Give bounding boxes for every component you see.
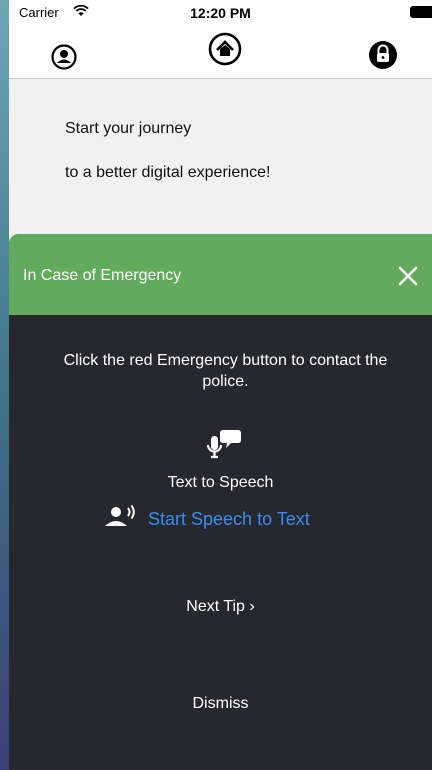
lock-icon[interactable] bbox=[368, 40, 398, 70]
home-circle-icon[interactable] bbox=[208, 32, 242, 66]
emergency-tip-sheet: In Case of Emergency Click the red Emerg… bbox=[9, 234, 432, 770]
top-nav-bar bbox=[9, 24, 432, 79]
intro-text: Start your journey to a better digital e… bbox=[65, 120, 270, 208]
speaking-person-icon bbox=[104, 504, 138, 535]
tip-message: Click the red Emergency button to contac… bbox=[63, 352, 388, 390]
speech-to-text-button[interactable]: Start Speech to Text bbox=[104, 504, 310, 535]
battery-icon bbox=[410, 6, 432, 18]
close-icon[interactable] bbox=[394, 262, 422, 290]
clock: 12:20 PM bbox=[190, 5, 251, 21]
sheet-header: In Case of Emergency bbox=[9, 234, 432, 315]
microphone-speech-icon[interactable] bbox=[205, 428, 245, 473]
intro-line-2: to a better digital experience! bbox=[65, 164, 271, 181]
text-to-speech-label: Text to Speech bbox=[167, 474, 274, 491]
status-bar: Carrier 12:20 PM bbox=[9, 0, 432, 24]
user-circle-icon[interactable] bbox=[51, 44, 77, 70]
intro-line-1: Start your journey bbox=[65, 120, 192, 137]
next-tip-button[interactable]: Next Tip › bbox=[9, 598, 432, 616]
phone-screen: Carrier 12:20 PM Start your journey to a… bbox=[9, 0, 432, 770]
dismiss-button[interactable]: Dismiss bbox=[9, 695, 432, 713]
sheet-title: In Case of Emergency bbox=[23, 267, 182, 284]
speech-to-text-label: Start Speech to Text bbox=[148, 509, 310, 529]
